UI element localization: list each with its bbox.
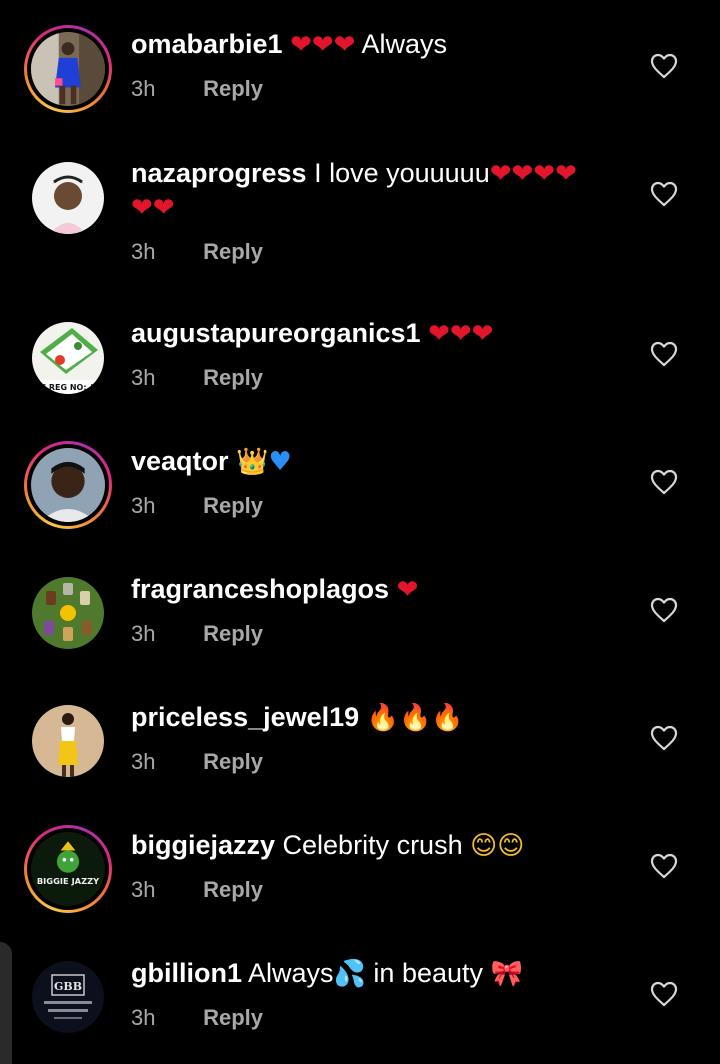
comment-text: Always	[242, 958, 334, 988]
avatar-caption: AC REG NO: A2-	[34, 383, 104, 392]
comment-text	[389, 574, 397, 604]
heart-outline-icon[interactable]	[650, 181, 678, 207]
heart-outline-icon[interactable]	[650, 53, 678, 79]
heart-outline-icon[interactable]	[650, 597, 678, 623]
red-heart-emoji: ❤❤❤	[290, 30, 356, 60]
reply-button[interactable]: Reply	[203, 239, 263, 264]
reply-button[interactable]: Reply	[203, 493, 263, 518]
heart-outline-icon[interactable]	[650, 725, 678, 751]
heart-outline-icon[interactable]	[650, 341, 678, 367]
comment-time: 3h	[131, 877, 156, 902]
edge-swipe-handle[interactable]	[0, 942, 12, 1064]
avatar[interactable]: AC REG NO: A2-	[24, 314, 112, 402]
comment-time: 3h	[131, 1005, 156, 1030]
comment-text: in beauty	[365, 958, 491, 988]
comment-time: 3h	[131, 493, 156, 518]
comment-username[interactable]: veaqtor	[131, 446, 229, 476]
heart-outline-icon[interactable]	[650, 853, 678, 879]
comment-time: 3h	[131, 749, 156, 774]
reply-button[interactable]: Reply	[203, 877, 263, 902]
man-portrait-avatar	[31, 448, 105, 522]
sweat-droplets-emoji: 💦	[333, 959, 366, 989]
comment-time: 3h	[131, 239, 156, 264]
product-pack-avatar: AC REG NO: A2-	[32, 322, 104, 394]
comment-time: 3h	[131, 621, 156, 646]
reply-button[interactable]: Reply	[203, 749, 263, 774]
red-heart-emoji: ❤❤❤	[428, 319, 494, 349]
smiling-face-emoji: 😊😊	[470, 831, 525, 861]
blue-heart-emoji: ♥	[268, 447, 292, 477]
reply-button[interactable]: Reply	[203, 621, 263, 646]
woman-headwrap-avatar	[32, 162, 104, 234]
story-ring-avatar[interactable]	[24, 25, 112, 113]
comment-username[interactable]: fragranceshoplagos	[131, 574, 389, 604]
comment-username[interactable]: gbillion1	[131, 958, 242, 988]
avatar-caption: GBB	[54, 980, 82, 993]
comment-time: 3h	[131, 365, 156, 390]
heart-outline-icon[interactable]	[650, 469, 678, 495]
comment-username[interactable]: priceless_jewel19	[131, 702, 359, 732]
gbb-logo-avatar: GBB	[32, 961, 104, 1033]
comment-text: I love youuuuu	[306, 158, 490, 188]
comment-username[interactable]: biggiejazzy	[131, 830, 275, 860]
woman-yellow-skirt-avatar	[32, 705, 104, 777]
avatar[interactable]: GBB	[24, 953, 112, 1041]
ribbon-emoji: 🎀	[490, 959, 523, 989]
comment-text: Always	[355, 29, 447, 59]
comment-username[interactable]: augustapureorganics1	[131, 318, 421, 348]
reply-button[interactable]: Reply	[203, 365, 263, 390]
reply-button[interactable]: Reply	[203, 76, 263, 101]
fire-emoji: 🔥🔥🔥	[366, 703, 464, 733]
comment-username[interactable]: omabarbie1	[131, 29, 283, 59]
avatar[interactable]	[24, 569, 112, 657]
heart-outline-icon[interactable]	[650, 981, 678, 1007]
reply-button[interactable]: Reply	[203, 1005, 263, 1030]
red-heart-emoji: ❤❤	[131, 193, 175, 223]
red-heart-emoji: ❤❤❤❤	[489, 159, 577, 189]
red-heart-emoji: ❤	[396, 575, 419, 605]
woman-blue-dress-avatar	[31, 32, 105, 106]
comment-text	[359, 702, 367, 732]
comment-text	[421, 318, 429, 348]
comment-time: 3h	[131, 76, 156, 101]
story-ring-avatar[interactable]	[24, 441, 112, 529]
comment-text: Celebrity crush	[275, 830, 471, 860]
avatar-caption: BIGGIE JAZZY	[37, 876, 100, 886]
comment-list: omabarbie1 ❤❤❤ Always 3h Reply nazaprogr…	[0, 0, 720, 1064]
story-ring-avatar[interactable]: BIGGIE JAZZY	[24, 825, 112, 913]
avatar[interactable]	[24, 697, 112, 785]
avatar[interactable]	[24, 154, 112, 242]
comment-text	[229, 446, 237, 476]
crown-emoji: 👑	[236, 447, 269, 477]
perfume-bottles-avatar	[32, 577, 104, 649]
comment-username[interactable]: nazaprogress	[131, 158, 307, 188]
biggie-jazzy-logo-avatar: BIGGIE JAZZY	[31, 832, 105, 906]
